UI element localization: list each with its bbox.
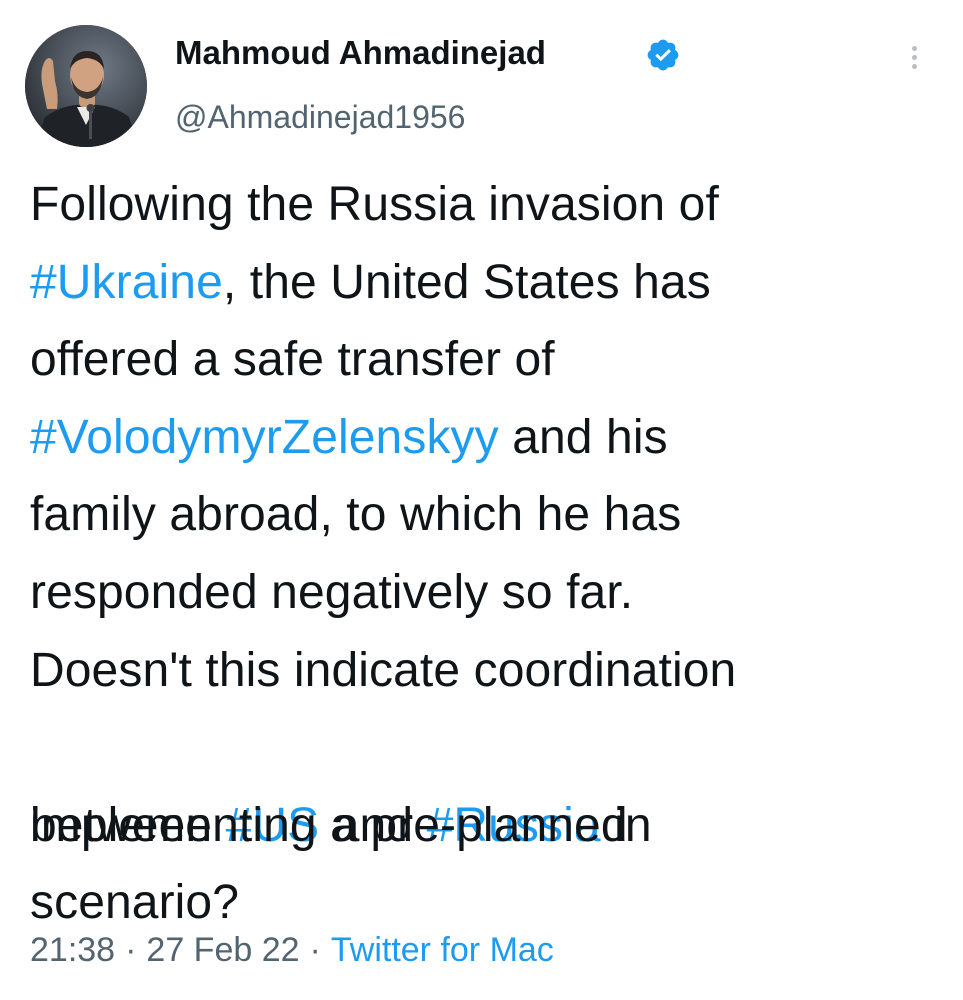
- tweet-line: between #US and #Russia in: [30, 709, 945, 852]
- tweet-text-segment: and his: [498, 410, 668, 464]
- tweet-text-segment: Following the Russia invasion of: [30, 178, 719, 231]
- tweet-line: Following the Russia invasion of: [30, 166, 945, 244]
- tweet-text-segment: Doesn't this indicate coordination: [30, 643, 737, 697]
- profile-avatar[interactable]: [25, 25, 147, 147]
- hashtag-ukraine-link[interactable]: #Ukraine: [30, 256, 223, 309]
- tweet-line: responded negatively so far.: [30, 554, 945, 632]
- tweet-line: implementing a pre-planned: [30, 787, 945, 865]
- tweet-line: Doesn't this indicate coordination: [30, 632, 945, 710]
- tweet-source-link[interactable]: Twitter for Mac: [331, 931, 554, 969]
- tweet-line: #Ukraine, the United States has: [30, 244, 945, 322]
- tweet-text-segment: implementing a pre-planned: [30, 798, 628, 852]
- meta-separator: ·: [125, 931, 137, 969]
- avatar-image: [25, 25, 147, 147]
- hashtag-zelenskyy-link[interactable]: #VolodymyrZelenskyy: [30, 411, 499, 464]
- tweet-meta: 21:38 · 27 Feb 22 · Twitter for Mac: [30, 928, 554, 972]
- tweet-text-segment: responded negatively so far.: [30, 565, 634, 619]
- user-handle[interactable]: @Ahmadinejad1956: [175, 97, 465, 137]
- verified-badge-icon: [647, 39, 679, 71]
- tweet-line: offered a safe transfer of: [30, 321, 945, 399]
- tweet-card: Mahmoud Ahmadinejad @Ahmadinejad1956 Fol…: [0, 0, 963, 1000]
- tweet-time[interactable]: 21:38: [30, 931, 115, 969]
- tweet-text-segment: family abroad, to which he has: [30, 488, 682, 542]
- tweet-line: family abroad, to which he has: [30, 476, 945, 554]
- tweet-text-segment: scenario?: [30, 876, 240, 930]
- display-name[interactable]: Mahmoud Ahmadinejad: [175, 33, 546, 73]
- tweet-date[interactable]: 27 Feb 22: [146, 931, 299, 969]
- tweet-text: Following the Russia invasion of #Ukrain…: [30, 166, 945, 942]
- meta-separator: ·: [309, 931, 321, 969]
- tweet-text-segment: , the United States has: [222, 255, 711, 309]
- more-options-icon[interactable]: [900, 42, 928, 82]
- tweet-text-segment: offered a safe transfer of: [30, 333, 555, 387]
- tweet-line: #VolodymyrZelenskyy and his: [30, 399, 945, 477]
